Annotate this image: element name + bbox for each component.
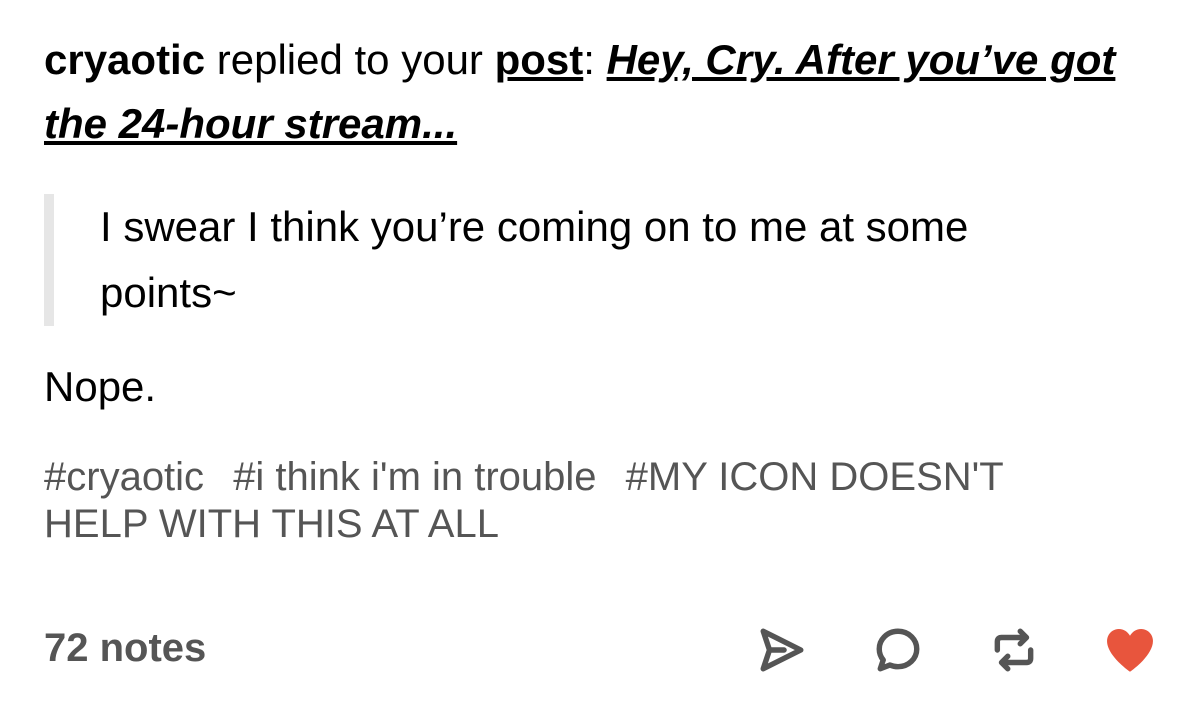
share-button[interactable] [752,620,812,680]
reblog-icon [994,628,1034,672]
quoted-reply: I swear I think you’re coming on to me a… [44,194,1100,326]
comment-button[interactable] [868,620,928,680]
tag-link[interactable]: #cryaotic [44,455,204,499]
like-button[interactable] [1100,620,1160,680]
post-header: cryaotic replied to your post: Hey, Cry.… [44,28,1164,156]
post-link[interactable]: post [495,36,584,83]
post-footer: 72 notes [44,620,1160,680]
replied-text: replied to your [205,36,495,83]
post-actions [696,620,1160,680]
tag-link[interactable]: #i think i'm in trouble [233,455,596,499]
notes-count[interactable]: 72 notes [44,626,206,671]
reply-text: Nope. [44,363,157,410]
like-icon [1107,628,1153,672]
comment-icon [876,628,920,672]
quoted-text: I swear I think you’re coming on to me a… [100,203,969,316]
reblog-button[interactable] [984,620,1044,680]
tags-list: #cryaotic #i think i'm in trouble #MY IC… [44,454,1044,548]
share-icon [760,628,804,672]
header-colon: : [583,36,607,83]
reply-post: cryaotic replied to your post: Hey, Cry.… [44,28,1164,548]
username-link[interactable]: cryaotic [44,36,205,83]
